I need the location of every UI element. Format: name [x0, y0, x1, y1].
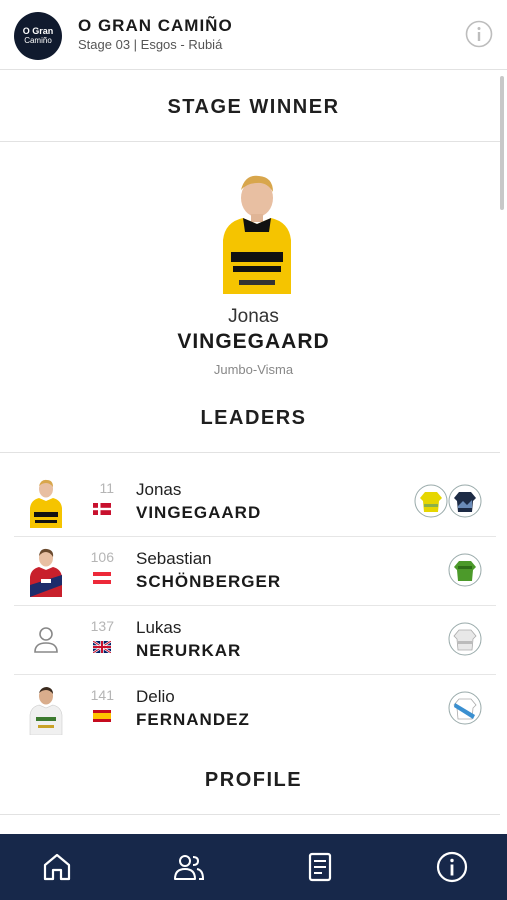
document-icon[interactable] [303, 850, 337, 884]
rider-last-name: VINGEGAARD [136, 503, 262, 522]
yellow-jersey-icon[interactable] [414, 484, 448, 518]
rider-placeholder-icon [34, 627, 58, 653]
riders-icon[interactable] [172, 850, 206, 884]
rider-photo [30, 548, 62, 597]
spain-flag-icon [93, 710, 111, 722]
winner-team: Jumbo-Visma [213, 362, 294, 377]
rider-number: 11 [99, 480, 114, 496]
rider-last-name: NERURKAR [136, 641, 242, 660]
winner-photo [223, 175, 291, 294]
bottom-tab-bar [0, 834, 507, 900]
stage-subtitle: Stage 03 | Esgos - Rubiá [78, 37, 223, 52]
united-kingdom-flag-icon [93, 641, 111, 653]
info-icon[interactable] [465, 20, 493, 48]
mountain-jersey-icon[interactable] [448, 484, 482, 518]
rider-first-name: Sebastian [136, 549, 212, 568]
home-icon[interactable] [40, 850, 74, 884]
rider-last-name: FERNANDEZ [136, 710, 250, 729]
leader-row[interactable]: 106 Sebastian SCHÖNBERGER [14, 537, 496, 606]
logo-text-line2: Camiño [24, 36, 52, 45]
rider-photo [29, 687, 63, 735]
logo-text-line1: O Gran [22, 26, 54, 36]
denmark-flag-icon [93, 503, 111, 515]
leader-row[interactable]: 141 Delio FERNANDEZ [14, 675, 496, 743]
rider-first-name: Lukas [136, 618, 182, 637]
austria-flag-icon [93, 572, 111, 584]
winner-last-name[interactable]: VINGEGAARD [0, 330, 507, 354]
rider-photo [30, 479, 62, 528]
rider-last-name: SCHÖNBERGER [136, 572, 282, 591]
green-jersey-icon[interactable] [448, 553, 482, 587]
divider [0, 814, 500, 815]
rider-first-name: Delio [136, 687, 175, 706]
profile-heading: PROFILE [204, 769, 303, 791]
race-logo: O Gran Camiño [14, 12, 62, 60]
app-header: O Gran Camiño O GRAN CAMIÑO Stage 03 | E… [0, 0, 507, 70]
rider-number: 106 [90, 549, 114, 565]
leader-row[interactable]: 11 Jonas VINGEGAARD [14, 468, 496, 537]
blue-stripe-jersey-icon[interactable] [448, 691, 482, 725]
winner-first-name: Jonas [228, 306, 279, 327]
leaders-heading: LEADERS [200, 407, 307, 429]
rider-first-name: Jonas [136, 480, 182, 499]
white-jersey-icon[interactable] [448, 622, 482, 656]
divider [0, 452, 500, 453]
leader-row[interactable]: 137 Lukas NERURKAR [14, 606, 496, 675]
app-title: O GRAN CAMIÑO [78, 16, 233, 35]
rider-number: 141 [90, 687, 114, 703]
rider-number: 137 [90, 618, 114, 634]
divider [0, 141, 500, 142]
stage-winner-heading: STAGE WINNER [167, 96, 340, 118]
info-icon[interactable] [435, 850, 469, 884]
